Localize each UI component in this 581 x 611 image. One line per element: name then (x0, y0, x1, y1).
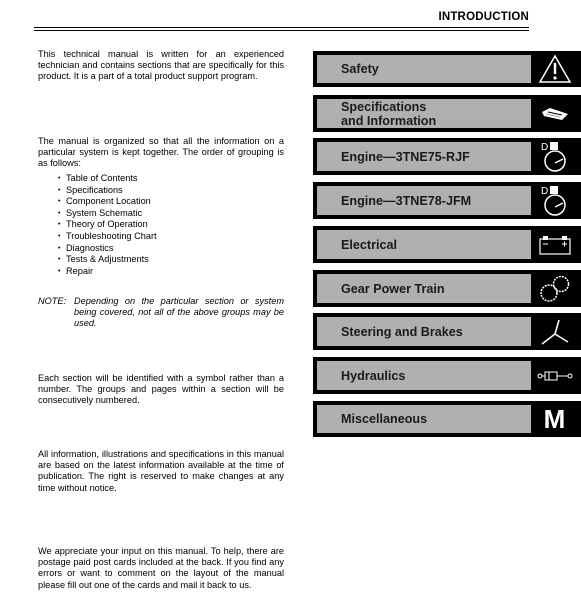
book-icon (532, 95, 577, 132)
tab-gear-power-train[interactable]: Gear Power Train (313, 270, 581, 307)
organization-paragraph: The manual is organized so that all the … (38, 136, 284, 169)
sections-paragraph: Each section will be identified with a s… (38, 373, 284, 406)
tab-label-line1: Specifications (341, 99, 427, 114)
tab-electrical[interactable]: Electrical (313, 226, 581, 263)
disclaimer-paragraph: All information, illustrations and speci… (38, 449, 284, 493)
list-item: Diagnostics (58, 243, 157, 255)
tab-label: Steering and Brakes (341, 324, 463, 339)
list-item: Theory of Operation (58, 219, 157, 231)
feedback-paragraph: We appreciate your input on this manual.… (38, 546, 284, 590)
header-rule (34, 30, 529, 31)
gears-icon (532, 270, 577, 307)
group-list: Table of Contents Specifications Compone… (58, 173, 157, 277)
tab-engine-3tne75[interactable]: Engine—3TNE75-RJF D (313, 138, 581, 175)
svg-text:D: D (541, 142, 548, 153)
note-label: NOTE: (38, 296, 67, 306)
page-title: INTRODUCTION (438, 11, 529, 23)
tab-specifications[interactable]: Specifications and Information (313, 95, 581, 132)
tab-steering-brakes[interactable]: Steering and Brakes (313, 313, 581, 350)
engine-gauge-icon: D (532, 182, 577, 219)
list-item: Troubleshooting Chart (58, 231, 157, 243)
tab-label: Miscellaneous (341, 412, 428, 426)
tab-engine-3tne78[interactable]: Engine—3TNE78-JFM D (313, 182, 581, 219)
list-item: Repair (58, 266, 157, 278)
engine-gauge-icon: D (532, 138, 577, 175)
tab-label: Gear Power Train (341, 281, 445, 296)
battery-icon (532, 226, 577, 263)
list-item: Specifications (58, 185, 157, 197)
list-item: Component Location (58, 196, 157, 208)
note: NOTE: Depending on the particular sectio… (38, 296, 284, 330)
header-rule (34, 27, 529, 28)
list-item: System Schematic (58, 208, 157, 220)
tab-safety[interactable]: Safety (313, 51, 581, 87)
tab-label: Engine—3TNE75-RJF (341, 149, 470, 164)
steering-icon (532, 313, 577, 350)
tab-label: Hydraulics (341, 368, 406, 383)
intro-paragraph: This technical manual is written for an … (38, 49, 284, 82)
tab-miscellaneous[interactable]: Miscellaneous M (313, 401, 581, 437)
tab-label: Safety (341, 62, 379, 76)
svg-text:D: D (541, 186, 548, 197)
letter-m-icon: M (543, 404, 566, 434)
tab-label-line2: and Information (341, 113, 437, 128)
list-item: Table of Contents (58, 173, 157, 185)
tab-label: Engine—3TNE78-JFM (341, 193, 472, 208)
list-item: Tests & Adjustments (58, 254, 157, 266)
hydraulic-cylinder-icon (532, 357, 577, 394)
tab-hydraulics[interactable]: Hydraulics (313, 357, 581, 394)
warning-triangle-icon (532, 51, 577, 87)
tab-label: Electrical (341, 237, 398, 252)
note-text: Depending on the particular section or s… (74, 296, 284, 329)
